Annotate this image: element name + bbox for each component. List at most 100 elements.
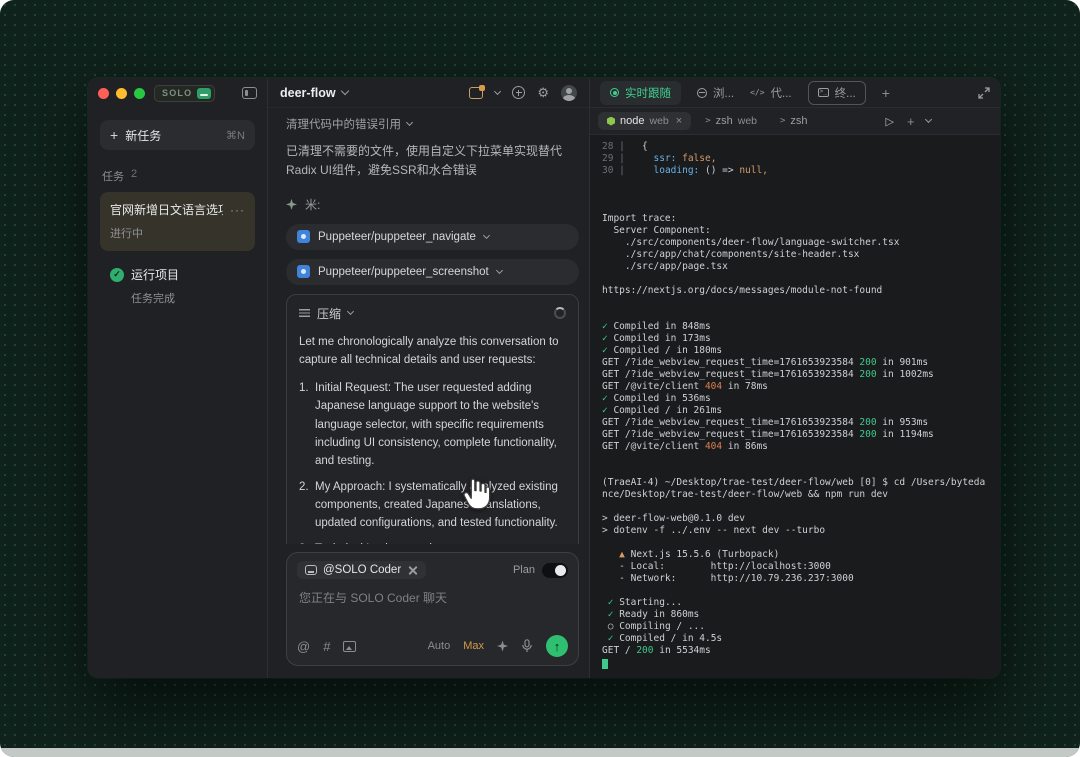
terminal-icon xyxy=(818,88,829,97)
microphone-icon[interactable] xyxy=(521,639,533,653)
image-attach-icon[interactable] xyxy=(343,641,356,652)
terminal-line: ✓ Compiled / in 180ms xyxy=(602,345,988,357)
run-icon[interactable]: ▷ xyxy=(886,115,894,128)
terminal-segment: Compiled in 536ms xyxy=(608,393,711,404)
terminal-segment: > dotenv -f ../.env -- next dev --turbo xyxy=(602,525,825,536)
tool-call-button[interactable]: Puppeteer/puppeteer_navigate xyxy=(286,224,579,250)
terminal-tab[interactable]: zsh xyxy=(771,112,817,130)
close-window-button[interactable] xyxy=(98,88,109,99)
terminal-segment: ./src/app/chat/components/site-header.ts… xyxy=(602,249,859,260)
terminal-tab-label: node xyxy=(620,115,644,127)
hashtag-icon[interactable]: # xyxy=(323,640,330,653)
terminal-segment: 200 xyxy=(859,357,876,368)
terminal-tab-label: zsh xyxy=(790,115,807,127)
compress-item-list: 1.Initial Request: The user requested ad… xyxy=(299,379,566,544)
compress-intro-text: Let me chronologically analyze this conv… xyxy=(299,333,566,369)
tool-call-list: Puppeteer/puppeteer_navigate Puppeteer/pu… xyxy=(286,224,579,285)
terminal-segment: Compiled in 173ms xyxy=(608,333,711,344)
terminal-output[interactable]: 28 | {29 | ssr: false,30 | loading: () =… xyxy=(590,135,1000,678)
puppeteer-icon xyxy=(297,230,310,243)
terminal-segment: Ready in 860ms xyxy=(613,609,699,620)
send-button[interactable]: ↑ xyxy=(546,635,568,657)
terminal-line xyxy=(602,177,988,189)
terminal-segment: 200 xyxy=(859,369,876,380)
terminal-line xyxy=(602,297,988,309)
task-item[interactable]: ✓运行项目任务完成 xyxy=(100,257,255,316)
mention-icon[interactable]: @ xyxy=(297,640,310,653)
expand-panel-icon[interactable] xyxy=(978,87,990,99)
terminal-tab[interactable]: nodeweb× xyxy=(598,112,691,130)
terminal-tab-label: zsh xyxy=(716,115,733,127)
solo-terminal-icon xyxy=(197,88,211,99)
panel-tab-terminal[interactable]: 终... xyxy=(808,81,866,105)
sidebar-collapse-icon[interactable] xyxy=(242,87,257,99)
terminal-segment xyxy=(602,659,608,669)
compress-card: 压缩 Let me chronologically analyze this c… xyxy=(286,294,579,544)
max-mode-label[interactable]: Max xyxy=(463,640,484,652)
task-list: 官网新增日文语言选项···进行中 ✓运行项目任务完成 xyxy=(100,192,255,316)
terminal-tab[interactable]: zshweb xyxy=(696,112,766,130)
solo-mode-badge[interactable]: SOLO xyxy=(154,85,215,102)
add-terminal-button[interactable]: + xyxy=(907,114,915,129)
plan-toggle[interactable] xyxy=(542,563,568,578)
collapsed-step-row[interactable]: 清理代码中的错误引用 xyxy=(286,116,579,132)
project-title[interactable]: deer-flow xyxy=(280,86,336,100)
tool-call-button[interactable]: Puppeteer/puppeteer_screenshot xyxy=(286,259,579,285)
terminal-line: GET /?ide_webview_request_time=176165392… xyxy=(602,369,988,381)
terminal-segment: in 953ms xyxy=(877,417,928,428)
new-chat-icon[interactable] xyxy=(512,86,525,99)
chevron-down-icon[interactable] xyxy=(340,87,348,95)
message-input[interactable]: 您正在与 SOLO Coder 聊天 xyxy=(297,587,568,629)
terminal-segment: in 86ms xyxy=(722,441,768,452)
terminal-segment: GET /?ide_webview_request_time=176165392… xyxy=(602,429,859,440)
terminal-tabs: nodeweb×zshwebzsh xyxy=(598,112,817,130)
gear-icon[interactable]: ⚙ xyxy=(537,86,549,99)
agent-selector-chip[interactable]: @SOLO Coder xyxy=(297,561,426,579)
solo-coder-icon xyxy=(305,565,317,575)
tasks-count: 2 xyxy=(131,168,137,184)
preview-app-icon[interactable] xyxy=(469,87,483,99)
terminal-line: ./src/app/chat/components/site-header.ts… xyxy=(602,249,988,261)
terminal-segment: Server Component: xyxy=(602,225,711,236)
auto-mode-label[interactable]: Auto xyxy=(428,640,451,652)
terminal-segment: Compiled / in 261ms xyxy=(608,405,722,416)
compress-card-header[interactable]: 压缩 xyxy=(299,305,566,322)
chevron-down-icon[interactable] xyxy=(494,87,501,94)
panel-tab-bar: 实时跟随浏... 代... 终... + xyxy=(590,78,1000,108)
add-panel-tab-button[interactable]: + xyxy=(882,85,890,101)
terminal-segment: loading: xyxy=(654,165,705,176)
shell-icon xyxy=(780,116,785,126)
panel-tab-browser[interactable]: 浏... xyxy=(697,85,734,101)
browser-icon xyxy=(697,88,707,98)
terminal-line: ./src/components/deer-flow/language-swit… xyxy=(602,237,988,249)
terminal-segment: 30 | xyxy=(602,165,631,176)
list-item-number: 2. xyxy=(299,478,315,532)
terminal-line xyxy=(602,657,988,669)
enhance-prompt-icon[interactable] xyxy=(497,641,508,652)
minimize-window-button[interactable] xyxy=(116,88,127,99)
avatar[interactable] xyxy=(561,85,577,101)
compress-title: 压缩 xyxy=(317,305,341,322)
terminal-segment: 29 | xyxy=(602,153,631,164)
zoom-window-button[interactable] xyxy=(134,88,145,99)
panel-tab-code[interactable]: 代... xyxy=(750,85,792,101)
terminal-segment: 200 xyxy=(636,645,653,656)
new-task-button[interactable]: + 新任务 ⌘N xyxy=(100,120,255,150)
terminal-segment: Compiled / in 180ms xyxy=(608,345,722,356)
code-icon xyxy=(750,88,764,97)
task-item[interactable]: 官网新增日文语言选项···进行中 xyxy=(100,192,255,251)
task-status: 任务完成 xyxy=(131,290,245,306)
terminal-segment: > deer-flow-web@0.1.0 dev xyxy=(602,513,745,524)
tool-call-label: Puppeteer/puppeteer_navigate xyxy=(318,231,476,243)
chevron-down-icon[interactable] xyxy=(925,116,932,123)
puppeteer-icon xyxy=(297,265,310,278)
chevron-down-icon xyxy=(347,308,354,315)
sidebar-header: SOLO xyxy=(88,78,267,108)
sender-row: 米: xyxy=(286,196,579,213)
chat-composer[interactable]: @SOLO Coder Plan 您正在与 SOLO Coder 聊天 @ # … xyxy=(286,552,579,666)
panel-tab-live[interactable]: 实时跟随 xyxy=(600,81,681,105)
terminal-line xyxy=(602,201,988,213)
close-icon[interactable]: × xyxy=(676,115,682,127)
summary-list-item: 2.My Approach: I systematically analyzed… xyxy=(299,478,566,532)
terminal-segment: 200 xyxy=(859,429,876,440)
